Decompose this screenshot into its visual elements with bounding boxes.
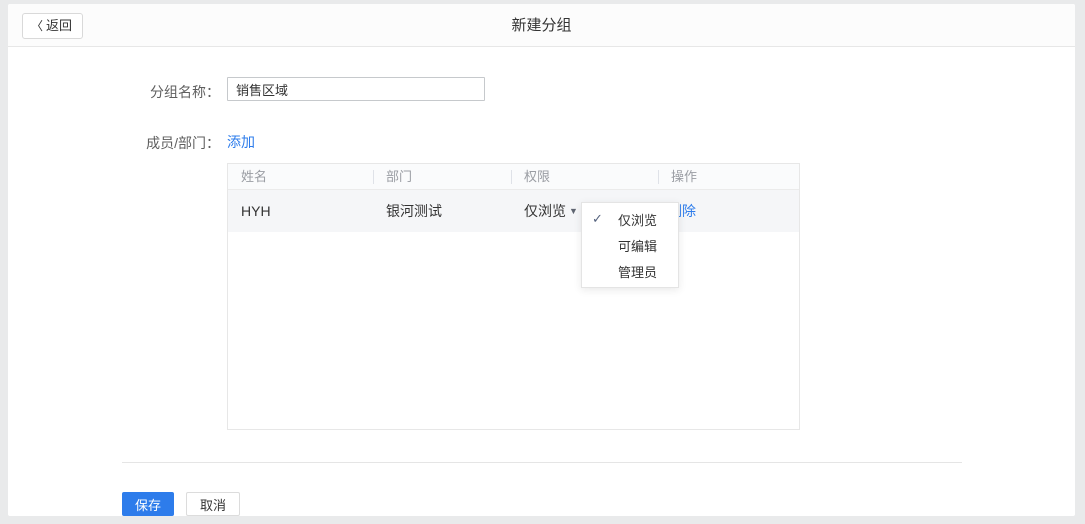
chevron-down-icon: ▼ [569,206,578,216]
members-label: 成员/部门： [146,135,220,151]
table-row: HYH 银河测试 仅浏览 ▼ 删除 [228,190,799,232]
dropdown-option-label: 仅浏览 [618,212,658,228]
column-header-department: 部门 [373,164,511,189]
group-name-label: 分组名称： [150,84,220,100]
page-title: 新建分组 [511,17,572,34]
back-button[interactable]: 〈 返回 [22,13,84,39]
add-member-link[interactable]: 添加 [227,132,255,152]
back-button-label: 返回 [46,18,73,33]
top-bar: 新建分组 〈 返回 [8,4,1075,47]
table-header: 姓名 部门 权限 操作 [228,164,799,190]
dropdown-option-label: 管理员 [618,264,658,280]
column-header-permission: 权限 [511,164,658,189]
group-name-input[interactable] [227,77,485,101]
dropdown-option-admin[interactable]: 管理员 [582,258,678,284]
dropdown-option-view-only[interactable]: ✓ 仅浏览 [582,206,678,232]
column-header-action: 操作 [658,164,799,189]
save-button[interactable]: 保存 [122,492,174,516]
permission-dropdown-trigger[interactable]: 仅浏览 ▼ [524,201,578,221]
permission-value: 仅浏览 [524,203,566,219]
chevron-left-icon: 〈 [31,19,44,33]
member-department-cell: 银河测试 [386,203,442,219]
dropdown-option-editable[interactable]: 可编辑 [582,232,678,258]
members-table: 姓名 部门 权限 操作 HYH 银河测试 仅浏览 ▼ 删除 [227,163,800,430]
check-icon: ✓ [592,211,603,226]
column-header-name: 姓名 [241,169,268,184]
footer-divider [122,462,962,463]
member-name-cell: HYH [241,203,271,219]
cancel-button[interactable]: 取消 [186,492,240,516]
permission-dropdown-menu: ✓ 仅浏览 可编辑 管理员 [581,202,679,288]
dropdown-option-label: 可编辑 [618,238,658,254]
new-group-page: 新建分组 〈 返回 分组名称： 成员/部门： 添加 姓名 部门 权限 操作 HY… [0,0,1085,524]
member-action-cell: 删除 [658,201,799,221]
